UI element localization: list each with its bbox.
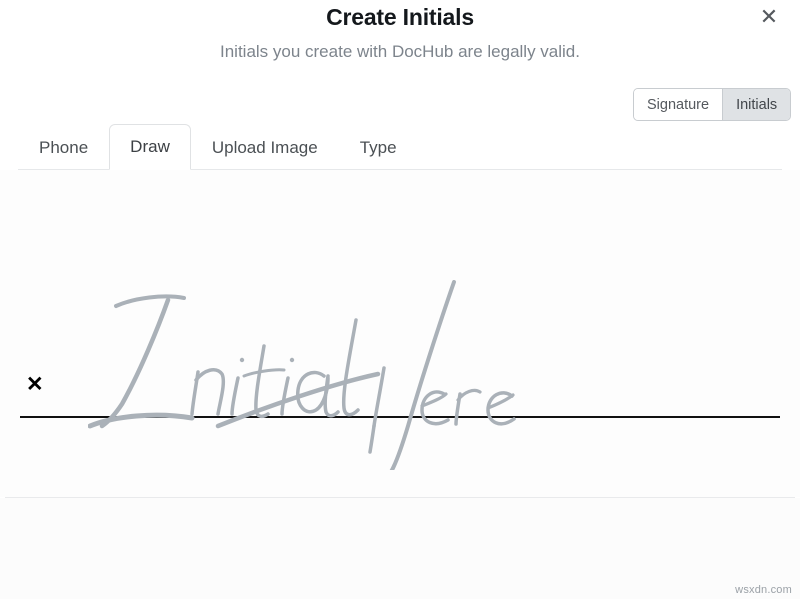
tab-bar: Phone Draw Upload Image Type [0, 124, 800, 170]
signature-baseline [20, 416, 780, 418]
close-icon[interactable]: ✕ [754, 2, 784, 32]
watermark: wsxdn.com [735, 584, 792, 596]
dialog-header: Create Initials Initials you create with… [0, 0, 800, 78]
footer-divider [5, 497, 795, 498]
tab-type[interactable]: Type [339, 124, 418, 170]
create-initials-dialog: Create Initials Initials you create with… [0, 0, 800, 599]
signature-x-mark: ✕ [26, 373, 44, 396]
draw-canvas[interactable] [0, 170, 800, 497]
segment-initials[interactable]: Initials [722, 89, 791, 120]
tab-draw[interactable]: Draw [109, 124, 191, 170]
tab-upload-image[interactable]: Upload Image [191, 124, 339, 170]
tab-list: Phone Draw Upload Image Type [18, 124, 418, 170]
signature-initials-toggle[interactable]: Signature Initials [633, 88, 792, 121]
dialog-footer [0, 498, 800, 599]
tab-phone[interactable]: Phone [18, 124, 109, 170]
segment-signature[interactable]: Signature [634, 89, 723, 120]
page-title: Create Initials [326, 4, 474, 30]
dialog-subtitle: Initials you create with DocHub are lega… [219, 42, 580, 61]
